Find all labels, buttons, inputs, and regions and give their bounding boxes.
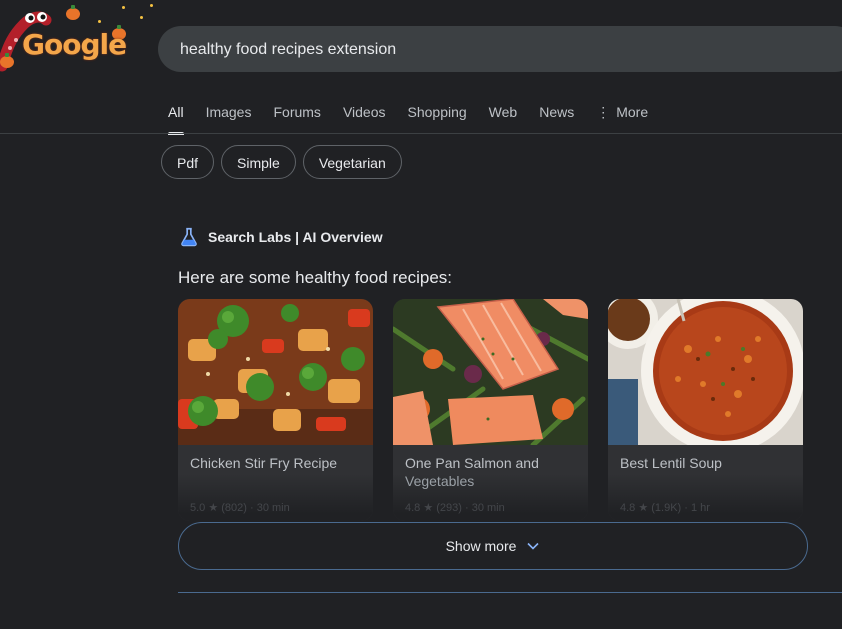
show-more-button[interactable]: Show more [178, 522, 808, 570]
recipe-card-title: One Pan Salmon and Vegetables [405, 455, 539, 489]
logo-text: Google [22, 28, 127, 61]
recipe-card-meta: 5.0 ★ (802) · 30 min [190, 502, 290, 514]
ai-overview-intro: Here are some healthy food recipes: [178, 268, 453, 287]
recipe-card-title: Chicken Stir Fry Recipe [190, 455, 338, 471]
tab-videos[interactable]: Videos [343, 100, 386, 132]
show-more-label: Show more [445, 538, 517, 554]
recipe-image [178, 299, 373, 445]
ai-overview-title: Search Labs | AI Overview [208, 229, 383, 245]
chevron-down-icon [527, 542, 539, 550]
recipe-image [393, 299, 588, 445]
tab-web[interactable]: Web [489, 100, 518, 132]
recipe-card[interactable]: One Pan Salmon and Vegetables 4.8 ★ (293… [393, 299, 588, 521]
tab-more[interactable]: ⋮ More [596, 100, 648, 132]
tab-shopping[interactable]: Shopping [408, 100, 467, 132]
tab-all[interactable]: All [168, 100, 184, 135]
google-doodle-logo[interactable]: Google [0, 0, 153, 78]
recipe-card[interactable]: Chicken Stir Fry Recipe 5.0 ★ (802) · 30… [178, 299, 373, 521]
flask-icon [181, 227, 197, 247]
recipe-image [608, 299, 803, 445]
chip-vegetarian[interactable]: Vegetarian [302, 145, 402, 179]
recipe-card-meta: 4.8 ★ (1.9K) · 1 hr [620, 502, 710, 514]
recipe-card-meta: 4.8 ★ (293) · 30 min [405, 502, 505, 514]
more-vert-icon: ⋮ [596, 104, 611, 120]
tabs-divider [0, 133, 842, 134]
chip-simple[interactable]: Simple [221, 145, 296, 179]
search-tabs: All Images Forums Videos Shopping Web Ne… [168, 100, 670, 135]
search-bar[interactable] [158, 26, 842, 74]
chip-pdf[interactable]: Pdf [161, 145, 215, 179]
tab-forums[interactable]: Forums [273, 100, 320, 132]
search-input[interactable] [178, 26, 822, 74]
filter-chips: Pdf Simple Vegetarian [161, 145, 409, 179]
section-divider [178, 592, 842, 593]
ai-overview-header: Search Labs | AI Overview [178, 226, 383, 248]
recipe-card[interactable]: Best Lentil Soup 4.8 ★ (1.9K) · 1 hr [608, 299, 803, 521]
recipe-card-title: Best Lentil Soup [620, 455, 722, 471]
tab-images[interactable]: Images [206, 100, 252, 132]
tab-news[interactable]: News [539, 100, 574, 132]
